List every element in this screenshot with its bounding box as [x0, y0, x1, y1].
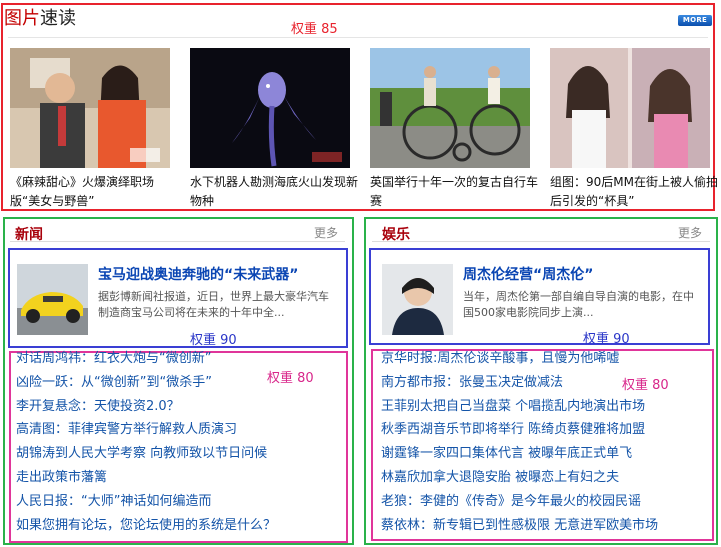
- ent-list-item[interactable]: 林嘉欣加拿大退隐安胎 被曝恋上有妇之夫: [381, 466, 711, 490]
- ent-featured-weight-label: 权重 90: [583, 332, 630, 347]
- picture-title-rest: 速读: [40, 8, 76, 29]
- ent-list-item[interactable]: 南方都市报：张曼玉决定做减法: [381, 371, 711, 395]
- news-list-item[interactable]: 对话周鸿祎：红衣大炮与“微创新”: [16, 347, 346, 371]
- photo-thumbnail-drama[interactable]: [10, 48, 170, 168]
- news-headline-list: 对话周鸿祎：红衣大炮与“微创新” 凶险一跃：从“微创新”到“微杀手” 李开复悬念…: [16, 347, 346, 537]
- news-list-item[interactable]: 高清图：菲律宾警方举行解救人质演习: [16, 418, 346, 442]
- more-button[interactable]: MORE: [678, 15, 712, 26]
- news-list-item[interactable]: 李开复悬念：天使投资2.0？: [16, 395, 346, 419]
- ent-more-link[interactable]: 更多: [678, 224, 702, 241]
- photo-caption-street-photo[interactable]: 组图：90后MM在街上被人偷拍后引发的“杯具”: [550, 173, 720, 211]
- ent-headline-list: 京华时报:周杰伦谈辛酸事，且慢为他唏嘘 南方都市报：张曼玉决定做减法 王菲别太把…: [381, 347, 711, 537]
- news-featured-summary: 据彭博新闻社报道，近日，世界上最大豪华汽车制造商宝马公司将在未来的十年中全...: [98, 290, 329, 319]
- picture-weight-label: 权重 85: [291, 22, 338, 37]
- ent-list-item[interactable]: 谢霆锋一家四口集体代言 被曝年底正式单飞: [381, 442, 711, 466]
- ent-list-item[interactable]: 京华时报:周杰伦谈辛酸事，且慢为他唏嘘: [381, 347, 711, 371]
- photo-caption-bicycle-race[interactable]: 英国举行十年一次的复古自行车赛: [370, 173, 540, 211]
- ent-list-item[interactable]: 秋季西湖音乐节即将举行 陈绮贞蔡健雅将加盟: [381, 418, 711, 442]
- news-featured-weight-label: 权重 90: [190, 333, 237, 348]
- photo-caption-drama[interactable]: 《麻辣甜心》火爆演绎职场版“美女与野兽”: [10, 173, 180, 211]
- news-list-item[interactable]: 凶险一跃：从“微创新”到“微杀手”: [16, 371, 346, 395]
- picture-divider: [8, 37, 708, 38]
- photo-caption-deep-sea[interactable]: 水下机器人勘测海底火山发现新物种: [190, 173, 360, 211]
- news-list-item[interactable]: 如果您拥有论坛，您论坛使用的系统是什么？: [16, 514, 346, 538]
- picture-title-red: 图片: [4, 8, 40, 29]
- photo-thumbnail-bicycle-race[interactable]: [370, 48, 530, 168]
- news-featured-image[interactable]: [17, 264, 88, 335]
- ent-list-item[interactable]: 蔡依林：新专辑已到性感极限 无意进军欧美市场: [381, 514, 711, 538]
- ent-featured-headline[interactable]: 周杰伦经营“周杰伦”: [463, 264, 593, 284]
- news-divider: [10, 241, 345, 242]
- news-featured-headline[interactable]: 宝马迎战奥迪奔驰的“未来武器”: [98, 264, 298, 284]
- news-more-link[interactable]: 更多: [314, 224, 338, 241]
- ent-featured-summary: 当年，周杰伦第一部自编自导自演的电影，在中国500家电影院同步上演...: [463, 290, 694, 319]
- photo-thumbnail-street-photo[interactable]: [550, 48, 710, 168]
- ent-featured-image[interactable]: [382, 264, 453, 335]
- news-list-item[interactable]: 走出政策市藩篱: [16, 466, 346, 490]
- ent-list-item[interactable]: 老狼：李健的《传奇》是今年最火的校园民谣: [381, 490, 711, 514]
- news-list-item[interactable]: 胡锦涛到人民大学考察 向教师致以节日问候: [16, 442, 346, 466]
- picture-section-title: 图片速读: [4, 7, 76, 31]
- photo-thumbnail-deep-sea[interactable]: [190, 48, 350, 168]
- ent-divider: [372, 241, 710, 242]
- ent-list-item[interactable]: 王菲别太把自己当盘菜 个唱揽乱内地演出市场: [381, 395, 711, 419]
- news-list-item[interactable]: 人民日报：“大师”神话如何编造而: [16, 490, 346, 514]
